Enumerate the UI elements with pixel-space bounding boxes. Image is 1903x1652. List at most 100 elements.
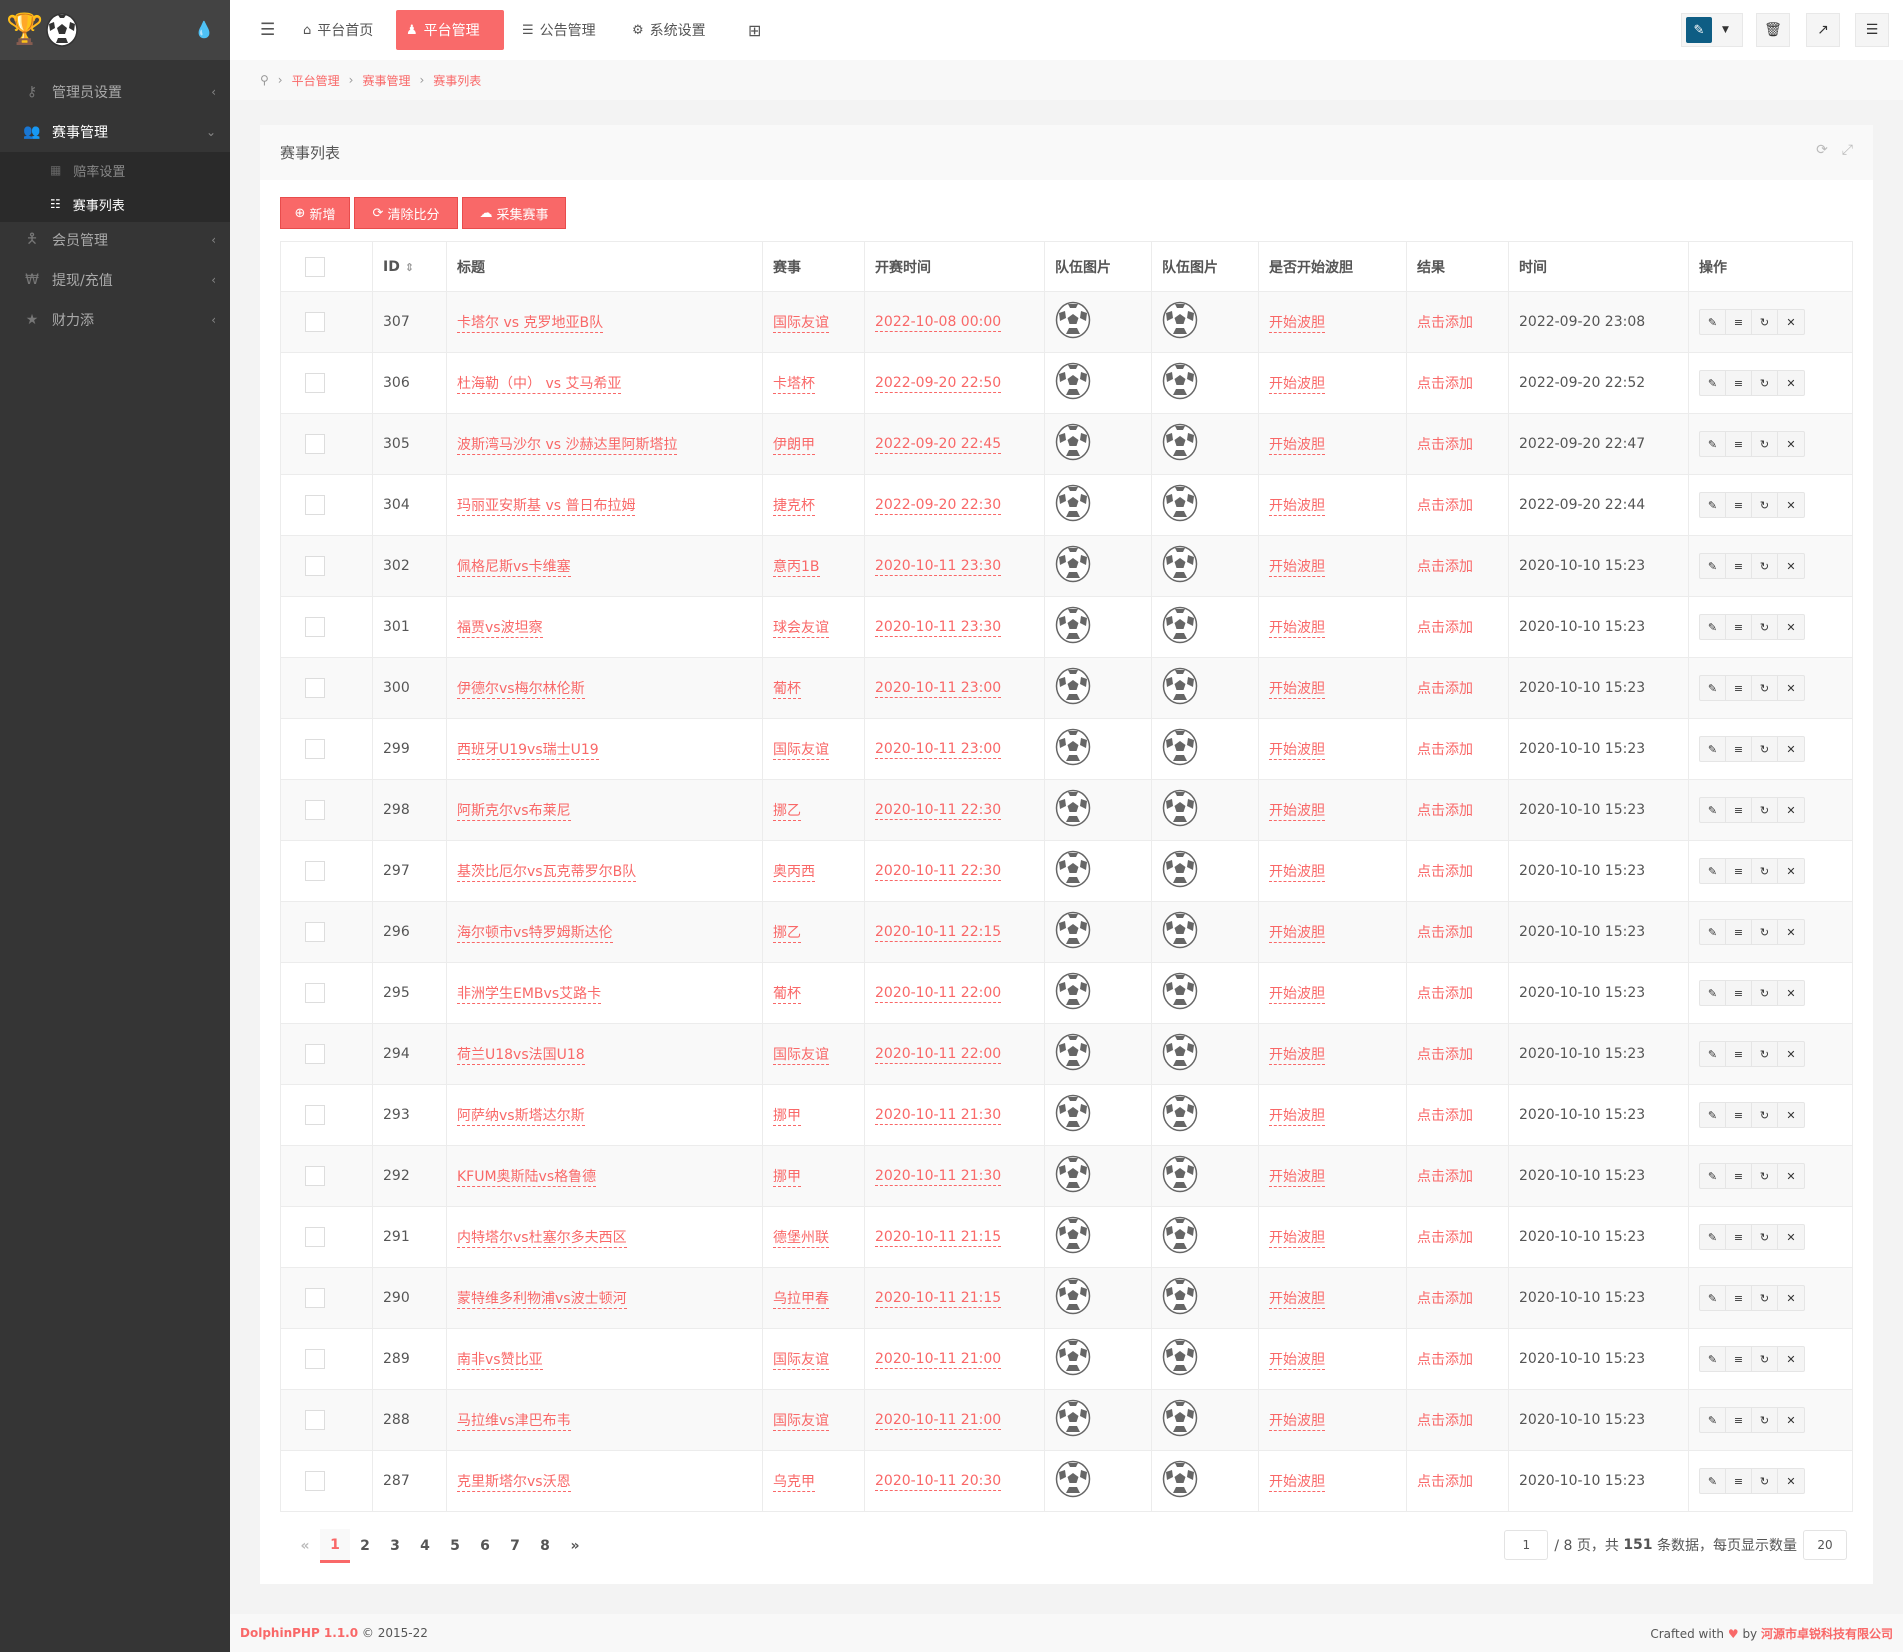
page-button[interactable]: 8 — [530, 1529, 560, 1563]
list-icon[interactable]: ≡ — [1726, 1225, 1752, 1249]
title-link[interactable]: 伊德尔vs梅尔林伦斯 — [457, 681, 585, 699]
fullscreen-icon[interactable]: ⤢ — [1842, 142, 1853, 158]
soccer-ball-icon[interactable] — [1162, 1460, 1198, 1502]
delete-icon[interactable]: ✕ — [1778, 859, 1804, 883]
menu-toggle-icon[interactable]: ☰ — [250, 10, 285, 50]
list-icon[interactable]: ≡ — [1726, 371, 1752, 395]
nav-platform-home[interactable]: ⌂ 平台首页 — [293, 10, 383, 50]
row-checkbox[interactable] — [305, 800, 325, 820]
add-result-link[interactable]: 点击添加 — [1417, 1108, 1473, 1124]
refresh-icon[interactable]: ↻ — [1752, 1469, 1778, 1493]
start-time-link[interactable]: 2020-10-11 21:15 — [875, 1229, 1002, 1247]
sidebar-item-finance[interactable]: ★ 财力添 ‹ — [0, 300, 230, 340]
delete-icon[interactable]: ✕ — [1778, 1042, 1804, 1066]
row-checkbox[interactable] — [305, 861, 325, 881]
list-icon[interactable]: ≡ — [1726, 737, 1752, 761]
add-result-link[interactable]: 点击添加 — [1417, 376, 1473, 392]
prev-page-button[interactable]: « — [290, 1529, 320, 1563]
edit-icon[interactable]: ✎ — [1700, 1469, 1726, 1493]
add-result-link[interactable]: 点击添加 — [1417, 1474, 1473, 1490]
start-bodan-link[interactable]: 开始波胆 — [1269, 681, 1325, 699]
add-result-link[interactable]: 点击添加 — [1417, 1352, 1473, 1368]
refresh-icon[interactable]: ↻ — [1752, 1347, 1778, 1371]
row-checkbox[interactable] — [305, 1349, 325, 1369]
soccer-ball-icon[interactable] — [1055, 423, 1091, 465]
soccer-ball-icon[interactable] — [1055, 545, 1091, 587]
breadcrumb-current[interactable]: 赛事列表 — [433, 72, 481, 89]
league-link[interactable]: 挪乙 — [773, 925, 801, 943]
start-time-link[interactable]: 2020-10-11 21:00 — [875, 1351, 1002, 1369]
start-time-link[interactable]: 2020-10-11 21:00 — [875, 1412, 1002, 1430]
delete-icon[interactable]: ✕ — [1778, 615, 1804, 639]
list-icon[interactable]: ≡ — [1726, 1408, 1752, 1432]
collect-matches-button[interactable]: ☁ 采集赛事 — [462, 197, 566, 229]
soccer-ball-icon[interactable] — [1055, 1216, 1091, 1258]
title-link[interactable]: 内特塔尔vs杜塞尔多夫西区 — [457, 1230, 627, 1248]
page-button[interactable]: 3 — [380, 1529, 410, 1563]
add-result-link[interactable]: 点击添加 — [1417, 437, 1473, 453]
title-link[interactable]: 佩格尼斯vs卡维塞 — [457, 559, 571, 577]
add-result-link[interactable]: 点击添加 — [1417, 1169, 1473, 1185]
start-bodan-link[interactable]: 开始波胆 — [1269, 986, 1325, 1004]
page-button[interactable]: 1 — [320, 1529, 350, 1563]
start-bodan-link[interactable]: 开始波胆 — [1269, 1047, 1325, 1065]
title-link[interactable]: 克里斯塔尔vs沃恩 — [457, 1474, 571, 1492]
edit-icon[interactable]: ✎ — [1700, 371, 1726, 395]
soccer-ball-icon[interactable] — [1162, 667, 1198, 709]
nav-announcement-management[interactable]: ☰ 公告管理 — [512, 10, 606, 50]
column-header-id[interactable]: ID ⇕ — [372, 241, 447, 292]
delete-icon[interactable]: ✕ — [1778, 920, 1804, 944]
title-link[interactable]: 波斯湾马沙尔 vs 沙赫达里阿斯塔拉 — [457, 437, 678, 455]
refresh-icon[interactable]: ↻ — [1752, 615, 1778, 639]
refresh-icon[interactable]: ⟳ — [1816, 142, 1828, 158]
refresh-icon[interactable]: ↻ — [1752, 1103, 1778, 1127]
soccer-ball-icon[interactable] — [1162, 1033, 1198, 1075]
row-checkbox[interactable] — [305, 983, 325, 1003]
start-bodan-link[interactable]: 开始波胆 — [1269, 1291, 1325, 1309]
apps-grid-icon[interactable]: ⊞ — [738, 10, 771, 50]
clear-cache-button[interactable]: 🗑 — [1756, 13, 1790, 47]
league-link[interactable]: 挪甲 — [773, 1169, 801, 1187]
soccer-ball-icon[interactable] — [1162, 850, 1198, 892]
title-link[interactable]: 阿斯克尔vs布莱尼 — [457, 803, 571, 821]
soccer-ball-icon[interactable] — [1162, 1399, 1198, 1441]
footer-brand[interactable]: DolphinPHP 1.1.0 — [240, 1626, 358, 1640]
row-checkbox[interactable] — [305, 922, 325, 942]
refresh-icon[interactable]: ↻ — [1752, 432, 1778, 456]
delete-icon[interactable]: ✕ — [1778, 1286, 1804, 1310]
league-link[interactable]: 葡杯 — [773, 681, 801, 699]
breadcrumb-link[interactable]: 平台管理 — [292, 72, 340, 89]
sidebar-item-odds-settings[interactable]: ▦ 赔率设置 — [0, 153, 230, 187]
row-checkbox[interactable] — [305, 434, 325, 454]
refresh-icon[interactable]: ↻ — [1752, 859, 1778, 883]
league-link[interactable]: 国际友谊 — [773, 742, 829, 760]
open-site-button[interactable]: ↗ — [1806, 13, 1840, 47]
soccer-ball-icon[interactable] — [1162, 1216, 1198, 1258]
list-icon[interactable]: ≡ — [1726, 1042, 1752, 1066]
delete-icon[interactable]: ✕ — [1778, 1469, 1804, 1493]
edit-icon[interactable]: ✎ — [1700, 554, 1726, 578]
add-result-link[interactable]: 点击添加 — [1417, 803, 1473, 819]
league-link[interactable]: 奥丙西 — [773, 864, 815, 882]
start-time-link[interactable]: 2020-10-11 22:30 — [875, 863, 1002, 881]
start-bodan-link[interactable]: 开始波胆 — [1269, 315, 1325, 333]
soccer-ball-icon[interactable] — [1162, 789, 1198, 831]
list-icon[interactable]: ≡ — [1726, 1164, 1752, 1188]
row-checkbox[interactable] — [305, 1166, 325, 1186]
refresh-icon[interactable]: ↻ — [1752, 737, 1778, 761]
soccer-ball-icon[interactable] — [1055, 1399, 1091, 1441]
row-checkbox[interactable] — [305, 1288, 325, 1308]
row-checkbox[interactable] — [305, 1227, 325, 1247]
row-checkbox[interactable] — [305, 1410, 325, 1430]
list-icon[interactable]: ≡ — [1726, 981, 1752, 1005]
start-time-link[interactable]: 2020-10-11 21:30 — [875, 1107, 1002, 1125]
list-icon[interactable]: ≡ — [1726, 1103, 1752, 1127]
title-link[interactable]: 海尔顿市vs特罗姆斯达伦 — [457, 925, 613, 943]
edit-icon[interactable]: ✎ — [1700, 432, 1726, 456]
soccer-ball-icon[interactable] — [1055, 1155, 1091, 1197]
start-time-link[interactable]: 2020-10-11 21:15 — [875, 1290, 1002, 1308]
soccer-ball-icon[interactable] — [1055, 606, 1091, 648]
start-time-link[interactable]: 2020-10-11 23:00 — [875, 741, 1002, 759]
list-icon[interactable]: ≡ — [1726, 859, 1752, 883]
refresh-icon[interactable]: ↻ — [1752, 920, 1778, 944]
